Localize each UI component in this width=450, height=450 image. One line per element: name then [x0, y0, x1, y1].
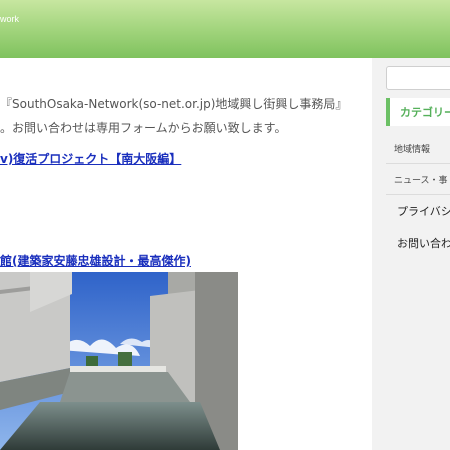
article-photo[interactable] [0, 272, 238, 450]
intro-text: 『SouthOsaka-Network(so-net.or.jp)地域興し街興し… [0, 92, 347, 140]
sidebar-item-local-info[interactable]: 地域情報 [394, 142, 430, 155]
site-brand[interactable]: work [0, 14, 19, 24]
sidebar-divider [386, 194, 450, 195]
museum-photo-image [0, 272, 238, 450]
privacy-link[interactable]: プライバシ [397, 203, 450, 219]
category-widget: カテゴリー [386, 98, 450, 126]
category-title: カテゴリー [400, 106, 450, 119]
article-link-revival-project[interactable]: v)復活プロジェクト【南大阪編】 [0, 150, 181, 167]
sidebar-item-news[interactable]: ニュース・事 [394, 173, 448, 186]
category-accent-bar [386, 98, 390, 126]
site-header: work [0, 0, 450, 58]
intro-line-2: 。お問い合わせは専用フォームからお願い致します。 [0, 121, 287, 135]
intro-line-1: 『SouthOsaka-Network(so-net.or.jp)地域興し街興し… [0, 97, 348, 111]
contact-link[interactable]: お問い合わ [397, 235, 450, 251]
search-input[interactable] [386, 66, 450, 90]
article-link-museum[interactable]: 館(建築家安藤忠雄設計・最高傑作) [0, 252, 191, 269]
sidebar-divider [386, 163, 450, 164]
